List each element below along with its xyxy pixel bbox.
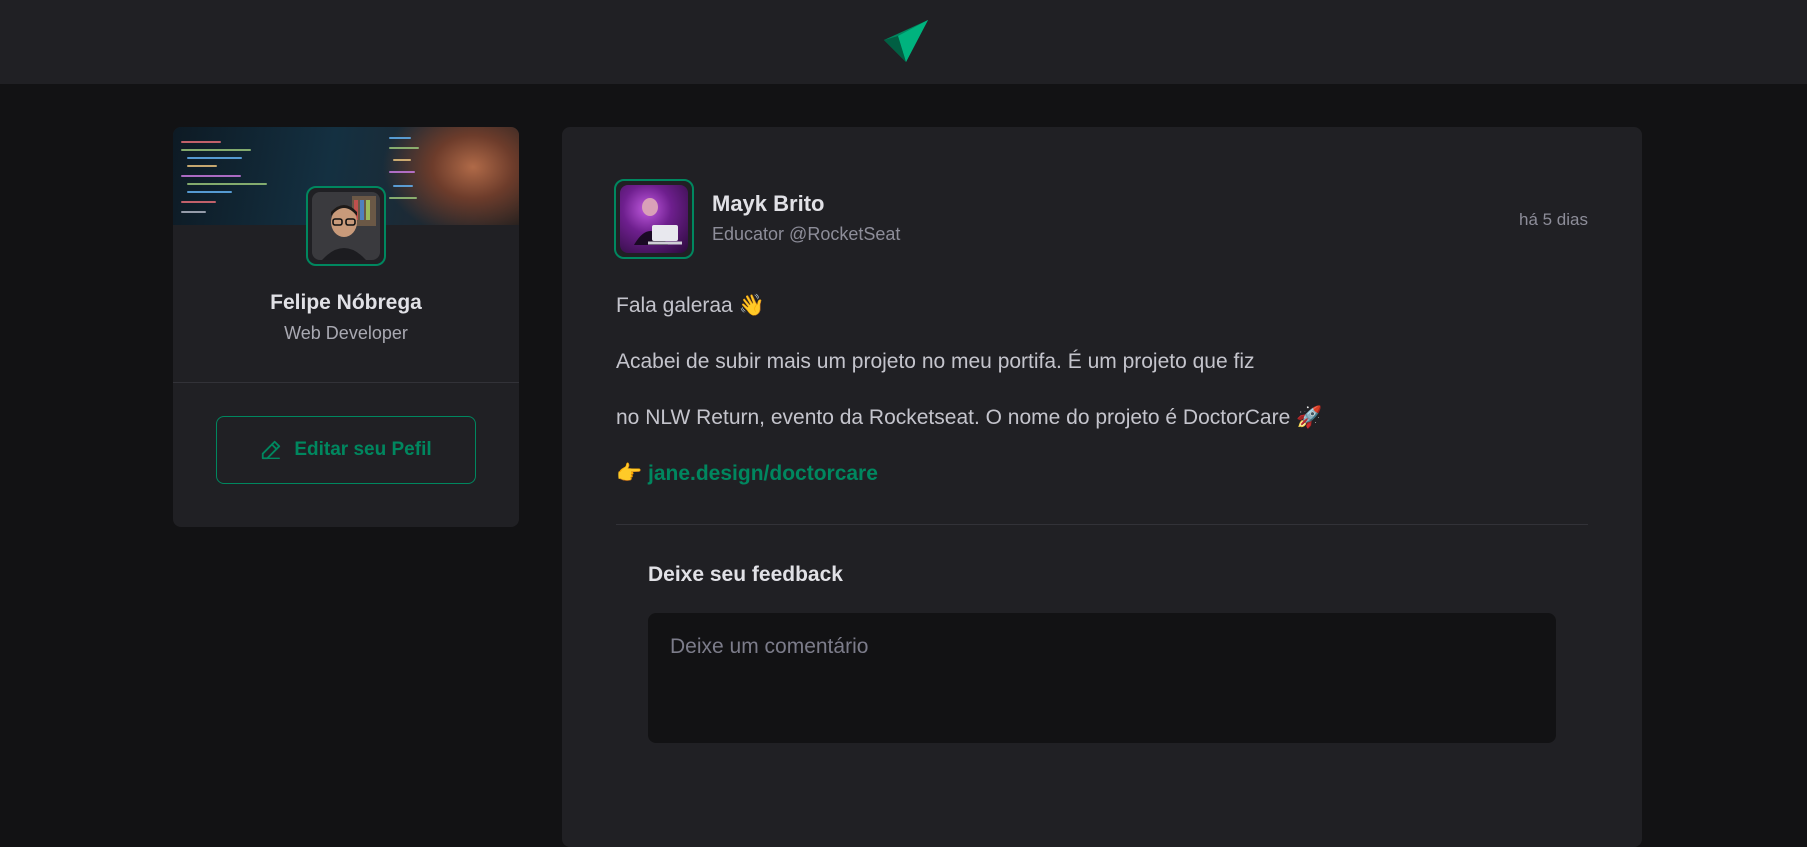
edit-profile-label: Editar seu Pefil (294, 439, 432, 460)
profile-sidebar: Felipe Nóbrega Web Developer Editar seu … (173, 127, 519, 527)
profile-avatar[interactable] (306, 186, 386, 266)
post-divider (616, 524, 1588, 525)
post-link-line: 👉 jane.design/doctorcare (616, 462, 878, 486)
post-content-line: no NLW Return, evento da Rocketseat. O n… (616, 406, 1323, 429)
post-content-line: Fala galeraa 👋 (616, 294, 765, 317)
profile-role: Web Developer (284, 323, 408, 343)
post-published-time: há 5 dias (1519, 210, 1588, 229)
top-header (0, 0, 1807, 84)
post-content-line: Acabei de subir mais um projeto no meu p… (616, 350, 1255, 373)
profile-name: Felipe Nóbrega (270, 291, 422, 314)
profile-avatar-image (312, 192, 380, 260)
sidebar-divider (173, 382, 519, 383)
feedback-title: Deixe seu feedback (648, 563, 843, 586)
author-name: Mayk Brito (712, 191, 825, 216)
author-avatar[interactable] (614, 179, 694, 259)
edit-profile-button[interactable]: Editar seu Pefil (216, 416, 476, 484)
post-link[interactable]: jane.design/doctorcare (648, 462, 878, 485)
pencil-icon (262, 440, 281, 460)
comment-input[interactable] (648, 613, 1556, 743)
post-card: Mayk Brito Educator @RocketSeat há 5 dia… (562, 127, 1642, 847)
author-role: Educator @RocketSeat (712, 224, 901, 244)
pointing-hand-icon: 👉 (616, 462, 643, 485)
author-avatar-image (620, 185, 688, 253)
paper-plane-logo-icon[interactable] (880, 20, 928, 64)
